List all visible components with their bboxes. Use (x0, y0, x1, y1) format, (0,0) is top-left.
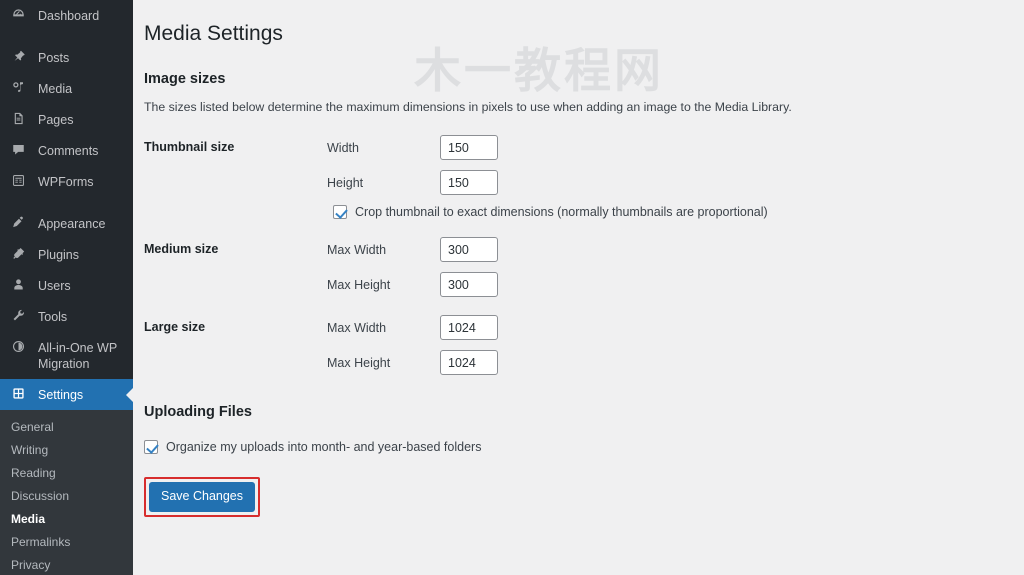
sidebar-item-label: Plugins (38, 246, 79, 263)
crop-thumbnail-row: Crop thumbnail to exact dimensions (norm… (333, 205, 894, 219)
organize-uploads-row: Organize my uploads into month- and year… (144, 440, 1024, 454)
sidebar-nav-list: Dashboard Posts Media Pages Comments WPForms A… (0, 0, 133, 410)
sidebar-separator (0, 31, 133, 42)
field-row: Max Height (327, 272, 894, 297)
sidebar-item-dashboard[interactable]: Dashboard (0, 0, 133, 31)
appearance-icon (11, 215, 31, 230)
sidebar-item-label: Dashboard (38, 7, 99, 24)
submenu-item-reading[interactable]: Reading (0, 462, 133, 485)
field-label: Width (327, 141, 440, 155)
admin-sidebar: Dashboard Posts Media Pages Comments WPForms A… (0, 0, 133, 575)
sidebar-item-comments[interactable]: Comments (0, 135, 133, 166)
sidebar-item-label: WPForms (38, 173, 94, 190)
organize-uploads-label: Organize my uploads into month- and year… (166, 440, 481, 454)
organize-uploads-checkbox[interactable] (144, 440, 158, 454)
image-size-row-fields: Max Width Max Height (327, 306, 904, 384)
comments-icon (11, 142, 31, 157)
size-input[interactable] (440, 272, 498, 297)
dashboard-icon (11, 7, 31, 22)
image-size-row-title: Large size (144, 306, 327, 384)
sidebar-separator (0, 197, 133, 208)
save-button-highlight: Save Changes (144, 477, 260, 517)
crop-thumbnail-label: Crop thumbnail to exact dimensions (norm… (355, 205, 768, 219)
save-button[interactable]: Save Changes (149, 482, 255, 512)
settings-icon (11, 386, 31, 401)
submenu-item-permalinks[interactable]: Permalinks (0, 531, 133, 554)
submit-area: Save Changes (144, 477, 1024, 517)
sidebar-item-label: Users (38, 277, 71, 294)
field-row: Max Height (327, 350, 894, 375)
pin-icon (11, 49, 31, 64)
field-row: Height (327, 170, 894, 195)
image-sizes-description: The sizes listed below determine the max… (144, 100, 1024, 114)
size-input[interactable] (440, 315, 498, 340)
size-input[interactable] (440, 350, 498, 375)
submenu-item-general[interactable]: General (0, 416, 133, 439)
migration-icon (11, 339, 31, 354)
page-title: Media Settings (144, 14, 1024, 57)
settings-submenu: GeneralWritingReadingDiscussionMediaPerm… (0, 410, 133, 575)
sidebar-item-all-in-one-wp-migration[interactable]: All-in-One WP Migration (0, 332, 133, 379)
image-sizes-heading: Image sizes (144, 71, 1024, 87)
pages-icon (11, 111, 31, 126)
sidebar-item-media[interactable]: Media (0, 73, 133, 104)
sidebar-item-label: Appearance (38, 215, 105, 232)
size-input[interactable] (440, 135, 498, 160)
field-row: Max Width (327, 237, 894, 262)
sidebar-item-label: Media (38, 80, 72, 97)
crop-thumbnail-checkbox[interactable] (333, 205, 347, 219)
field-label: Max Height (327, 356, 440, 370)
sidebar-item-tools[interactable]: Tools (0, 301, 133, 332)
sidebar-item-label: All-in-One WP Migration (38, 339, 133, 372)
field-row: Max Width (327, 315, 894, 340)
field-row: Width (327, 135, 894, 160)
field-label: Max Height (327, 278, 440, 292)
users-icon (11, 277, 31, 292)
image-size-row-title: Thumbnail size (144, 126, 327, 228)
media-icon (11, 80, 31, 95)
plugins-icon (11, 246, 31, 261)
admin-screen: Dashboard Posts Media Pages Comments WPForms A… (0, 0, 1024, 575)
sidebar-item-label: Posts (38, 49, 69, 66)
image-size-row: Large sizeMax Width Max Height (144, 306, 904, 384)
image-size-row-fields: Width Height Crop thumbnail to exact dimen… (327, 126, 904, 228)
sidebar-item-pages[interactable]: Pages (0, 104, 133, 135)
sidebar-item-settings[interactable]: Settings (0, 379, 133, 410)
field-label: Max Width (327, 243, 440, 257)
uploading-files-section: Uploading Files Organize my uploads into… (144, 404, 1024, 517)
sidebar-item-label: Comments (38, 142, 98, 159)
submenu-item-privacy[interactable]: Privacy (0, 554, 133, 575)
sidebar-item-appearance[interactable]: Appearance (0, 208, 133, 239)
submenu-item-writing[interactable]: Writing (0, 439, 133, 462)
field-label: Height (327, 176, 440, 190)
sidebar-item-plugins[interactable]: Plugins (0, 239, 133, 270)
submenu-item-media[interactable]: Media (0, 508, 133, 531)
uploading-files-heading: Uploading Files (144, 404, 1024, 420)
image-size-row: Thumbnail sizeWidth Height Crop thumbnail … (144, 126, 904, 228)
sidebar-item-wpforms[interactable]: WPForms (0, 166, 133, 197)
tools-icon (11, 308, 31, 323)
current-item-arrow-icon (126, 387, 133, 403)
sidebar-item-label: Pages (38, 111, 73, 128)
sidebar-item-label: Settings (38, 386, 83, 403)
sidebar-item-label: Tools (38, 308, 67, 325)
image-sizes-table: Thumbnail sizeWidth Height Crop thumbnail … (144, 126, 904, 384)
size-input[interactable] (440, 237, 498, 262)
sidebar-item-posts[interactable]: Posts (0, 42, 133, 73)
submenu-item-discussion[interactable]: Discussion (0, 485, 133, 508)
wpforms-icon (11, 173, 31, 188)
field-label: Max Width (327, 321, 440, 335)
image-size-row-title: Medium size (144, 228, 327, 306)
image-size-row: Medium sizeMax Width Max Height (144, 228, 904, 306)
image-size-row-fields: Max Width Max Height (327, 228, 904, 306)
image-sizes-rows: Thumbnail sizeWidth Height Crop thumbnail … (144, 126, 904, 384)
size-input[interactable] (440, 170, 498, 195)
sidebar-item-users[interactable]: Users (0, 270, 133, 301)
main-content: 木一教程网 Media Settings Image sizes The siz… (133, 0, 1024, 575)
